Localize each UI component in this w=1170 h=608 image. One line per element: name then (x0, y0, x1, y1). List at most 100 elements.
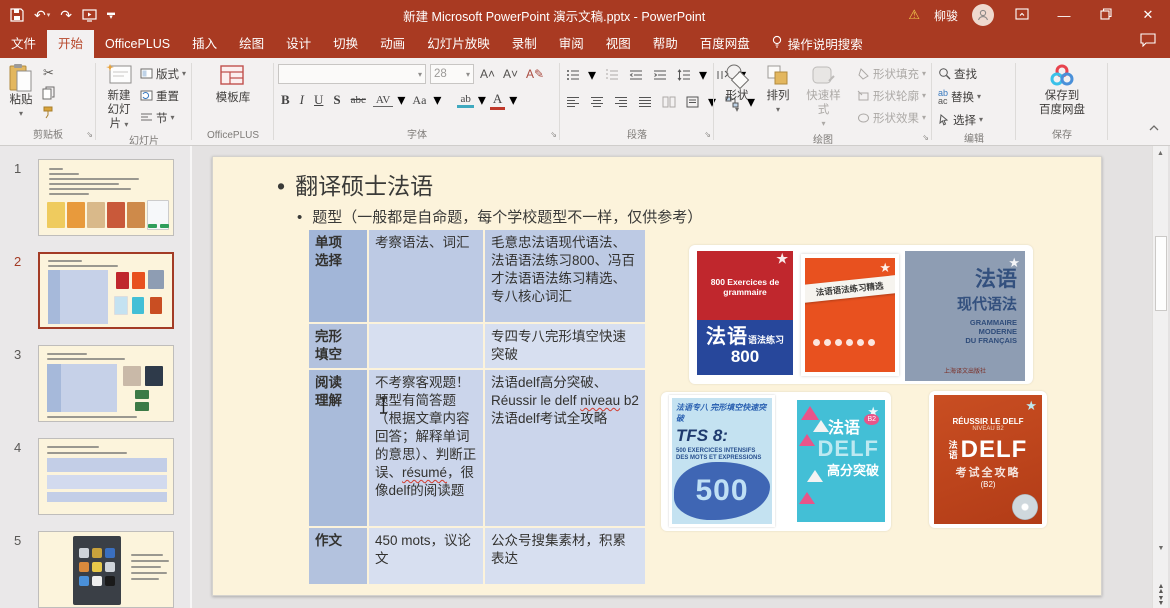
shape-fill-button[interactable]: 形状填充▾ (857, 64, 926, 83)
scroll-up-icon[interactable]: ▲ (1153, 146, 1168, 161)
scroll-down-icon[interactable]: ▼ (1153, 541, 1169, 556)
scrollbar-thumb[interactable] (1155, 236, 1167, 311)
tab-slideshow[interactable]: 幻灯片放映 (416, 30, 501, 58)
bold-button[interactable]: B (278, 92, 293, 108)
ribbon-display-options-button[interactable] (1008, 8, 1036, 23)
slide-canvas: •翻译硕士法语 •题型（一般都是自命题，每个学校题型不一样，仅供参考） 单项选择… (192, 146, 1170, 608)
save-icon[interactable] (10, 8, 24, 22)
cut-icon[interactable]: ✂ (40, 64, 57, 81)
tab-insert[interactable]: 插入 (181, 30, 228, 58)
decrease-font-icon[interactable]: A˅ (501, 67, 520, 81)
section-button[interactable]: 节▾ (140, 108, 186, 127)
columns-icon[interactable] (660, 94, 677, 111)
close-button[interactable]: ✕ (1134, 7, 1162, 23)
change-case-button[interactable]: Aa (409, 93, 429, 108)
tab-design[interactable]: 设计 (275, 30, 322, 58)
numbering-icon[interactable] (603, 67, 620, 84)
slide-thumbnail-2[interactable] (38, 252, 174, 329)
justify-icon[interactable] (636, 94, 653, 111)
tab-baidu-netdisk[interactable]: 百度网盘 (689, 30, 761, 58)
align-left-icon[interactable] (564, 94, 581, 111)
increase-font-icon[interactable]: A˄ (478, 67, 497, 81)
align-right-icon[interactable] (612, 94, 629, 111)
tab-transitions[interactable]: 切换 (322, 30, 369, 58)
tab-review[interactable]: 审阅 (548, 30, 595, 58)
tab-draw[interactable]: 绘图 (228, 30, 275, 58)
select-button[interactable]: 选择▾ (938, 110, 983, 129)
shadow-button[interactable]: S (330, 92, 343, 108)
slides-group: 新建 幻灯片 ▾ 版式▾ 重置 节▾ 幻灯片 (96, 58, 192, 145)
tab-view[interactable]: 视图 (595, 30, 642, 58)
clipboard-dialog-launcher[interactable]: ⇘ (86, 127, 93, 142)
slide-title[interactable]: •翻译硕士法语 (277, 167, 433, 201)
format-painter-icon[interactable] (40, 104, 57, 121)
highlight-color-button[interactable]: ab (457, 93, 473, 108)
next-slide-button[interactable]: ▼▼ (1158, 596, 1165, 606)
font-dialog-launcher[interactable]: ⇘ (550, 127, 557, 142)
book-cover-reussir-delf: ★ RÉUSSIR LE DELF NIVEAU B2 法语 DELF 考试全攻… (934, 395, 1042, 524)
paragraph-group: ▾ ▾ ▾ ▾ ▾ 段落⇘ (560, 58, 714, 145)
template-library-button[interactable]: 模板库 (212, 61, 255, 107)
comments-icon[interactable] (1140, 33, 1170, 58)
tab-record[interactable]: 录制 (501, 30, 548, 58)
line-spacing-icon[interactable] (675, 67, 692, 84)
font-size-combo[interactable]: 28▾ (430, 64, 474, 84)
collapse-ribbon-button[interactable] (1148, 119, 1160, 137)
paragraph-dialog-launcher[interactable]: ⇘ (704, 127, 711, 142)
font-color-button[interactable]: A (490, 91, 505, 110)
underline-button[interactable]: U (311, 92, 326, 108)
italic-button[interactable]: I (297, 92, 307, 108)
tab-animations[interactable]: 动画 (369, 30, 416, 58)
arrange-button[interactable]: 排列 ▾ (760, 61, 796, 119)
save-to-baidu-button[interactable]: 保存到 百度网盘 (1035, 61, 1089, 119)
minimize-button[interactable]: — (1050, 8, 1078, 23)
slide-thumbnail-4[interactable] (38, 438, 174, 515)
layout-button[interactable]: 版式▾ (140, 64, 186, 83)
reset-button[interactable]: 重置 (140, 86, 186, 105)
slide-number: 4 (0, 438, 38, 515)
start-slideshow-icon[interactable] (82, 9, 97, 22)
warning-icon[interactable]: ⚠ (908, 7, 920, 23)
undo-button[interactable]: ↶▾ (34, 7, 50, 24)
align-text-icon[interactable] (684, 94, 701, 111)
shape-outline-button[interactable]: 形状轮廓▾ (857, 86, 926, 105)
redo-button[interactable]: ↷ (60, 7, 72, 24)
character-spacing-button[interactable]: AV (373, 94, 393, 107)
clear-formatting-icon[interactable]: A✎ (524, 67, 546, 81)
slide-thumbnail-1[interactable] (38, 159, 174, 236)
align-center-icon[interactable] (588, 94, 605, 111)
quick-styles-button[interactable]: 快速样式 ▾ (800, 61, 847, 133)
drawing-dialog-launcher[interactable]: ⇘ (922, 130, 929, 145)
slide-subtitle[interactable]: •题型（一般都是自命题，每个学校题型不一样，仅供参考） (297, 206, 702, 227)
restore-button[interactable] (1092, 8, 1120, 23)
font-name-combo[interactable]: ▾ (278, 64, 426, 84)
shapes-button[interactable]: 形状 ▾ (718, 61, 756, 119)
previous-slide-button[interactable]: ▲▲ (1158, 584, 1165, 594)
tab-home[interactable]: 开始 (47, 30, 94, 58)
tab-officeplus[interactable]: OfficePLUS (94, 30, 181, 58)
avatar[interactable] (972, 4, 994, 26)
tab-file[interactable]: 文件 (0, 30, 47, 58)
decrease-indent-icon[interactable] (627, 67, 644, 84)
new-slide-button[interactable]: 新建 幻灯片 ▾ (100, 61, 138, 134)
book-cover-tfs8-500: 法语专八 完形填空快速突破 TFS 8: 500 EXERCICES INTEN… (669, 395, 775, 527)
strikethrough-button[interactable]: abc (348, 94, 369, 106)
copy-icon[interactable] (40, 84, 57, 101)
account-name[interactable]: 柳骏 (934, 7, 958, 24)
slide-thumbnail-5[interactable] (38, 531, 174, 608)
vertical-scrollbar[interactable]: ▲ ▼ ▲▲ ▼▼ (1152, 146, 1168, 608)
find-button[interactable]: 查找 (938, 64, 983, 83)
question-type-table[interactable]: 单项选择 考察语法、词汇 毛意忠法语现代语法、法语语法练习800、冯百才法语语法… (307, 228, 647, 586)
increase-indent-icon[interactable] (651, 67, 668, 84)
paste-button[interactable]: 粘贴 ▾ (4, 61, 38, 123)
book-panel-bottom-left: 法语专八 完形填空快速突破 TFS 8: 500 EXERCICES INTEN… (661, 392, 891, 531)
tab-help[interactable]: 帮助 (642, 30, 689, 58)
slide-2-editor[interactable]: •翻译硕士法语 •题型（一般都是自命题，每个学校题型不一样，仅供参考） 单项选择… (212, 156, 1102, 596)
bullets-icon[interactable] (564, 67, 581, 84)
shape-effects-button[interactable]: 形状效果▾ (857, 108, 926, 127)
ribbon: 粘贴 ▾ ✂ 剪贴板⇘ 新建 幻灯片 ▾ (0, 58, 1170, 146)
customize-qat-button[interactable]: ▬▾ (107, 10, 115, 20)
replace-button[interactable]: abac 替换▾ (938, 87, 983, 106)
slide-thumbnail-3[interactable] (38, 345, 174, 422)
tell-me-search[interactable]: 操作说明搜索 (761, 29, 873, 58)
